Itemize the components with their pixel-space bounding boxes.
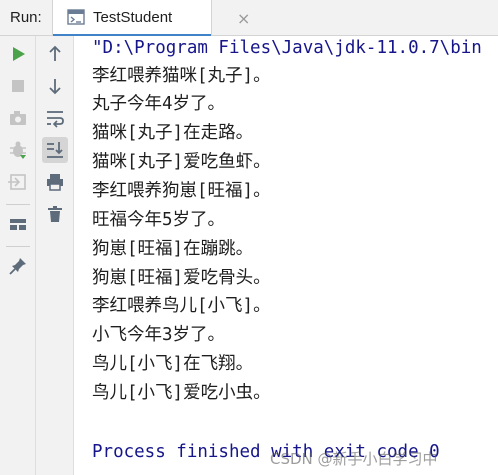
trash-icon[interactable] bbox=[42, 201, 68, 227]
toolbar-separator bbox=[6, 246, 30, 247]
console-tab-icon bbox=[67, 9, 85, 25]
close-icon[interactable]: × bbox=[237, 9, 250, 28]
camera-icon[interactable] bbox=[5, 105, 31, 131]
console-line: 猫咪[丸子]在走路。 bbox=[92, 123, 254, 143]
run-toolbar-left bbox=[0, 36, 36, 475]
layout-icon[interactable] bbox=[5, 211, 31, 237]
tab-teststudent[interactable]: TestStudent × bbox=[52, 0, 250, 37]
rerun-icon[interactable] bbox=[5, 41, 31, 67]
csdn-watermark: CSDN @新手小白学习中 bbox=[270, 450, 438, 468]
console-output[interactable]: "D:\Program Files\Java\jdk-11.0.7\bin 李红… bbox=[74, 36, 498, 475]
console-line: 小飞今年3岁了。 bbox=[92, 325, 226, 345]
arrow-up-icon[interactable] bbox=[42, 41, 68, 67]
console-line: 鸟儿[小飞]爱吃小虫。 bbox=[92, 383, 271, 403]
run-toolbar-right bbox=[36, 36, 74, 475]
console-line: 李红喂养猫咪[丸子]。 bbox=[92, 66, 271, 86]
stop-icon[interactable] bbox=[5, 73, 31, 99]
scroll-to-end-icon[interactable] bbox=[42, 137, 68, 163]
console-line: 丸子今年4岁了。 bbox=[92, 94, 226, 114]
run-tool-window-header: Run: TestStudent × bbox=[0, 0, 498, 37]
console-line: 猫咪[丸子]爱吃鱼虾。 bbox=[92, 152, 271, 172]
console-line: 狗崽[旺福]在蹦跳。 bbox=[92, 239, 254, 259]
console-line: 狗崽[旺福]爱吃骨头。 bbox=[92, 268, 271, 288]
console-line: 李红喂养鸟儿[小飞]。 bbox=[92, 296, 271, 316]
arrow-down-icon[interactable] bbox=[42, 73, 68, 99]
console-line: 鸟儿[小飞]在飞翔。 bbox=[92, 354, 254, 374]
console-line: 旺福今年5岁了。 bbox=[92, 210, 226, 230]
tab-title: TestStudent bbox=[93, 9, 173, 26]
exit-icon[interactable] bbox=[5, 169, 31, 195]
toolbar-separator bbox=[6, 204, 30, 205]
java-command-line: "D:\Program Files\Java\jdk-11.0.7\bin bbox=[92, 38, 482, 58]
run-panel-label: Run: bbox=[10, 9, 42, 26]
debug-bug-icon[interactable] bbox=[5, 137, 31, 163]
pin-icon[interactable] bbox=[5, 253, 31, 279]
print-icon[interactable] bbox=[42, 169, 68, 195]
console-line: 李红喂养狗崽[旺福]。 bbox=[92, 181, 271, 201]
soft-wrap-icon[interactable] bbox=[42, 105, 68, 131]
